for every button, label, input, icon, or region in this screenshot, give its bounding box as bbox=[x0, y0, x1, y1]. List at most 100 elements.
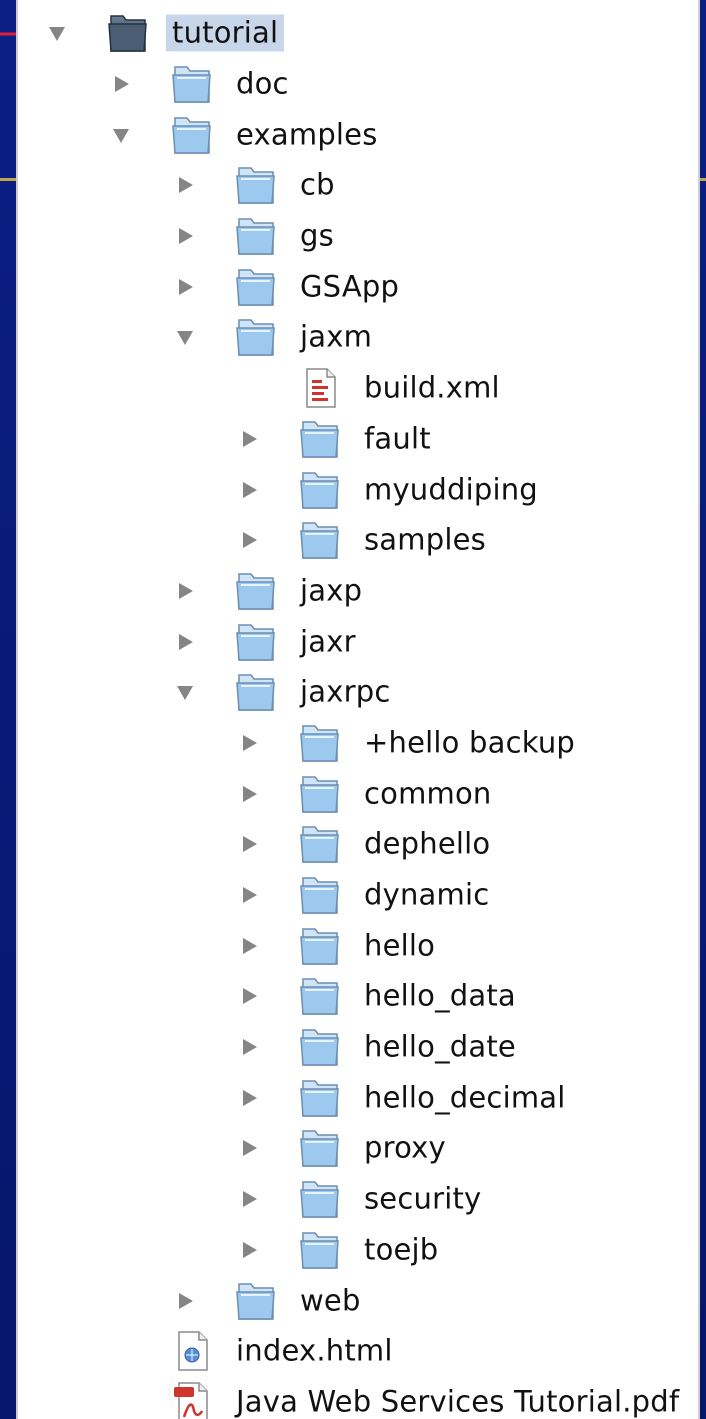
chevron-right-icon[interactable] bbox=[174, 580, 196, 602]
chevron-right-icon[interactable] bbox=[238, 783, 260, 805]
folder-icon bbox=[298, 1178, 342, 1220]
html-file-icon bbox=[170, 1330, 214, 1372]
tree-row-label: jaxp bbox=[300, 573, 363, 608]
tree-row[interactable]: jaxm bbox=[18, 312, 698, 363]
chevron-right-icon[interactable] bbox=[110, 73, 132, 95]
chevron-right-icon[interactable] bbox=[174, 174, 196, 196]
folder-icon bbox=[298, 1127, 342, 1169]
tree-row[interactable]: doc bbox=[18, 59, 698, 110]
tree-row-label: dephello bbox=[364, 826, 491, 861]
tree-row-label: web bbox=[300, 1283, 361, 1318]
folder-icon bbox=[298, 418, 342, 460]
chevron-right-icon[interactable] bbox=[238, 479, 260, 501]
tree-row[interactable]: jaxp bbox=[18, 566, 698, 617]
chevron-right-icon[interactable] bbox=[238, 529, 260, 551]
folder-icon bbox=[298, 874, 342, 916]
tree-row-label: hello_decimal bbox=[364, 1080, 566, 1115]
tree-row-label: hello_date bbox=[364, 1029, 516, 1064]
chevron-right-icon[interactable] bbox=[238, 1087, 260, 1109]
tree-row-label: jaxr bbox=[300, 624, 356, 659]
chevron-right-icon[interactable] bbox=[238, 732, 260, 754]
folder-icon bbox=[298, 722, 342, 764]
dark-folder-icon bbox=[106, 12, 150, 54]
folder-icon bbox=[298, 1229, 342, 1271]
tree-row[interactable]: hello_decimal bbox=[18, 1072, 698, 1123]
folder-icon bbox=[298, 823, 342, 865]
tree-row-label: doc bbox=[236, 66, 289, 101]
tree-row[interactable]: cb bbox=[18, 160, 698, 211]
tree-row[interactable]: jaxr bbox=[18, 616, 698, 667]
tree-row[interactable]: toejb bbox=[18, 1225, 698, 1276]
tree-row[interactable]: myuddiping bbox=[18, 464, 698, 515]
tree-row[interactable]: Java Web Services Tutorial.pdf bbox=[18, 1377, 698, 1419]
folder-icon bbox=[234, 215, 278, 257]
chevron-right-icon[interactable] bbox=[238, 1137, 260, 1159]
tree-row-label: hello bbox=[364, 928, 436, 963]
folder-icon bbox=[298, 975, 342, 1017]
chevron-down-icon[interactable] bbox=[46, 22, 68, 44]
tree-row[interactable]: dephello bbox=[18, 819, 698, 870]
folder-icon bbox=[170, 63, 214, 105]
chevron-down-icon[interactable] bbox=[174, 326, 196, 348]
tree-row[interactable]: common bbox=[18, 768, 698, 819]
tree-row[interactable]: jaxrpc bbox=[18, 667, 698, 718]
folder-icon bbox=[234, 570, 278, 612]
tree-row[interactable]: GSApp bbox=[18, 261, 698, 312]
tree-row[interactable]: samples bbox=[18, 515, 698, 566]
xml-file-icon bbox=[298, 367, 342, 409]
tree-row-label: cb bbox=[300, 167, 335, 202]
folder-icon bbox=[234, 671, 278, 713]
tree-row-label: Java Web Services Tutorial.pdf bbox=[236, 1384, 680, 1419]
folder-icon bbox=[170, 114, 214, 156]
chevron-right-icon[interactable] bbox=[238, 935, 260, 957]
chevron-down-icon[interactable] bbox=[174, 681, 196, 703]
file-tree-panel: tutorial doc examples cb gs GSApp jaxm build.x… bbox=[16, 0, 700, 1419]
file-tree: tutorial doc examples cb gs GSApp jaxm build.x… bbox=[18, 8, 698, 1419]
folder-icon bbox=[234, 316, 278, 358]
chevron-right-icon[interactable] bbox=[238, 428, 260, 450]
chevron-right-icon[interactable] bbox=[238, 1188, 260, 1210]
tree-row-label: myuddiping bbox=[364, 472, 538, 507]
tree-row-label: toejb bbox=[364, 1232, 439, 1267]
tree-row[interactable]: hello_data bbox=[18, 971, 698, 1022]
chevron-right-icon[interactable] bbox=[238, 985, 260, 1007]
tree-row[interactable]: dynamic bbox=[18, 870, 698, 921]
chevron-right-icon[interactable] bbox=[174, 631, 196, 653]
pdf-file-icon bbox=[170, 1381, 214, 1419]
tree-root-label: tutorial bbox=[166, 14, 285, 52]
tree-row-label: examples bbox=[236, 117, 378, 152]
folder-icon bbox=[298, 1077, 342, 1119]
tree-row-label: common bbox=[364, 776, 492, 811]
tree-row[interactable]: hello_date bbox=[18, 1022, 698, 1073]
tree-row-label: security bbox=[364, 1181, 482, 1216]
folder-icon bbox=[298, 925, 342, 967]
chevron-right-icon[interactable] bbox=[174, 1290, 196, 1312]
tree-row[interactable]: gs bbox=[18, 211, 698, 262]
folder-icon bbox=[298, 1026, 342, 1068]
chevron-right-icon[interactable] bbox=[174, 225, 196, 247]
tree-row[interactable]: web bbox=[18, 1275, 698, 1326]
tree-row-label: GSApp bbox=[300, 269, 400, 304]
tree-row[interactable]: hello bbox=[18, 920, 698, 971]
tree-row[interactable]: index.html bbox=[18, 1326, 698, 1377]
tree-root-row[interactable]: tutorial bbox=[18, 8, 698, 59]
tree-row[interactable]: examples bbox=[18, 109, 698, 160]
chevron-right-icon[interactable] bbox=[238, 884, 260, 906]
tree-row[interactable]: security bbox=[18, 1174, 698, 1225]
chevron-right-icon[interactable] bbox=[238, 833, 260, 855]
tree-row-label: index.html bbox=[236, 1333, 393, 1368]
folder-icon bbox=[234, 1280, 278, 1322]
tree-row[interactable]: fault bbox=[18, 414, 698, 465]
tree-row[interactable]: build.xml bbox=[18, 363, 698, 414]
chevron-right-icon[interactable] bbox=[238, 1036, 260, 1058]
tree-row-label: jaxrpc bbox=[300, 674, 391, 709]
tree-row[interactable]: proxy bbox=[18, 1123, 698, 1174]
tree-row-label: fault bbox=[364, 421, 431, 456]
tree-row[interactable]: +hello backup bbox=[18, 718, 698, 769]
tree-row-label: jaxm bbox=[300, 319, 373, 354]
chevron-down-icon[interactable] bbox=[110, 124, 132, 146]
chevron-right-icon[interactable] bbox=[174, 276, 196, 298]
tree-row-label: proxy bbox=[364, 1130, 446, 1165]
tree-row-label: build.xml bbox=[364, 370, 500, 405]
chevron-right-icon[interactable] bbox=[238, 1239, 260, 1261]
